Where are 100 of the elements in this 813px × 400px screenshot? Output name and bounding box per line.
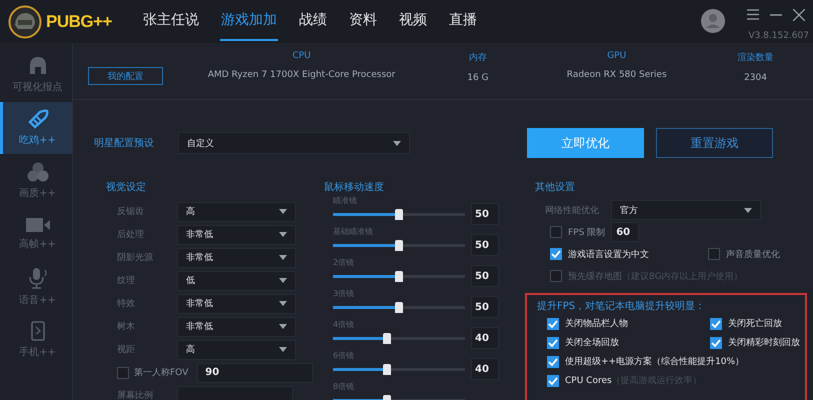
nav-tab[interactable]: 直播 [448,0,478,41]
section-title: 鼠标移动速度 [324,181,385,195]
video-camera-icon [26,217,50,233]
checkbox[interactable] [710,336,722,348]
slider-value-field[interactable]: 40 [471,358,499,380]
slider-label: 6倍镜 [333,350,356,361]
slider-label: 3倍镜 [333,288,356,299]
setting-label: 视距 [117,344,136,356]
section-title: 其他设置 [534,181,576,195]
hardware-value: 16 G [467,73,489,83]
panel-title: 提升FPS，对笔记本电脑提升较明显： [537,300,706,313]
microphone-icon [26,267,48,289]
checkbox[interactable] [547,374,559,386]
avatar-icon[interactable] [701,8,725,32]
caret-icon [393,140,401,146]
slider-value-field[interactable]: 40 [471,327,499,349]
helmet-logo-icon [8,4,42,38]
setting-label: 纹理 [117,274,136,287]
section-title: 视觉设定 [106,181,147,195]
fps-field[interactable]: 60 [611,222,640,242]
nav-tab[interactable]: 视频 [398,0,428,41]
setting-dropdown[interactable]: 非常低 [177,248,296,268]
slider[interactable] [333,332,465,344]
caret-icon [279,209,287,214]
hardware-heading: 渲染数量 [738,52,774,64]
fov-field[interactable]: 90 [197,362,314,382]
slider-value-field[interactable]: 50 [471,234,499,256]
setting-dropdown[interactable]: 低 [177,270,296,290]
nav-tab[interactable]: 战绩 [298,0,328,41]
checkbox[interactable] [117,366,129,378]
setting-dropdown[interactable]: 非常低 [177,294,296,314]
setting-label: 树木 [117,320,136,333]
circles-icon [26,162,48,182]
caret-icon [279,232,287,237]
slider[interactable] [333,270,465,282]
logo-title: PUBG++ [46,12,112,32]
checkbox-label: 第一人称FOV [134,366,188,379]
nav-tab[interactable]: 张主任说 [142,0,200,41]
hardware-value: 2304 [744,73,767,83]
checkbox[interactable] [550,226,562,238]
hardware-value: Radeon RX 580 Series [566,70,667,80]
close-icon[interactable] [793,8,805,20]
minimize-icon[interactable] [770,14,782,16]
slider-value-field[interactable]: 50 [471,296,499,318]
setting-label: 阴影光源 [117,252,154,264]
hardware-value: AMD Ryzen 7 1700X Eight-Core Processor [208,70,396,80]
preset-dropdown[interactable]: 自定义 [178,132,410,154]
menu-icon[interactable] [747,9,759,20]
slider[interactable] [333,208,465,220]
helmet-icon [28,56,46,76]
setting-label: 特效 [117,298,136,310]
checkbox-label: 使用超级++电源方案（综合性能提升10%） [565,355,744,368]
nav-tab[interactable]: 资料 [348,0,378,41]
rocket-icon [26,109,48,129]
slider[interactable] [333,364,465,374]
setting-label: 后处理 [117,228,145,241]
caret-icon [279,301,287,306]
checkbox-label: 关闭死亡回放 [728,318,782,330]
slider-label: 瞄准镜 [333,195,358,206]
checkbox-label: 游戏语言设置为中文 [568,248,649,260]
setting-dropdown[interactable]: 高 [177,202,296,222]
caret-icon [279,278,287,283]
slider-label: 基础瞄准镜 [333,226,374,237]
checkbox[interactable] [547,318,559,330]
setting-label: 反锯齿 [117,206,145,218]
slider[interactable] [333,302,465,312]
hardware-heading: GPU [607,51,626,61]
checkbox-label: 声音质量优化 [726,248,780,260]
action-button[interactable]: 重置游戏 [656,128,773,158]
setting-dropdown[interactable]: 非常低 [177,316,296,336]
slider[interactable] [333,240,465,250]
setting-dropdown[interactable]: 非常低 [177,224,296,244]
checkbox[interactable] [547,336,559,348]
my-config-button[interactable]: 我的配置 [88,67,163,85]
checkbox[interactable] [710,318,722,330]
checkbox-label: 关闭物品栏人物 [565,318,628,330]
checkbox-label: FPS 限制 [568,226,606,238]
setting-label: 屏幕比例 [117,390,154,400]
checkbox-label: 关闭全场回放 [565,336,619,349]
slider-value-field[interactable]: 50 [471,203,499,225]
network-dropdown[interactable]: 官方 [611,200,761,220]
setting-dropdown[interactable]: 高 [177,340,296,360]
hardware-heading: CPU [292,51,311,61]
nav-tab[interactable]: 游戏加加 [220,0,278,41]
version-label: V3.8.152.607 [748,30,809,40]
slider-value-field[interactable]: 50 [471,265,499,287]
caret-icon [744,208,752,212]
checkbox[interactable] [708,248,720,260]
slider-label: 4倍镜 [333,319,356,330]
caret-icon [279,324,287,329]
checkbox[interactable] [550,248,562,260]
caret-icon [279,347,287,352]
checkbox-label: 关闭精彩时刻回放 [728,336,800,349]
caret-icon [279,255,287,260]
preset-label: 明星配置预设 [94,136,155,150]
sidebar-item[interactable]: 吃鸡++ [0,102,72,154]
checkbox[interactable] [547,356,559,368]
hardware-heading: 内存 [468,52,487,64]
slider-label: 2倍镜 [333,257,356,268]
slider-label: 8倍镜 [333,381,356,392]
